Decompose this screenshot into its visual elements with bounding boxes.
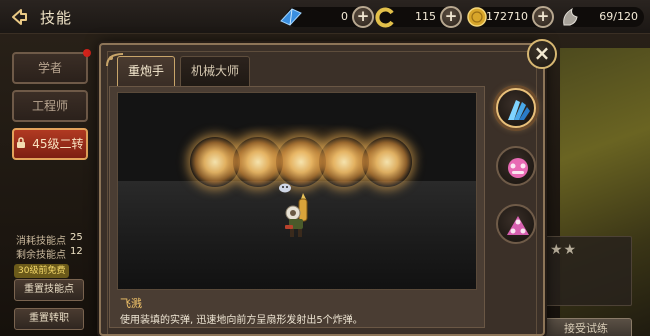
reset-skill-points-button[interactable]: 重置技能点 — [14, 279, 84, 301]
sidebar-item-engineer[interactable]: 工程师 — [12, 90, 88, 122]
stat-value: 25 — [70, 232, 83, 243]
sidebar-item-label: 45级二转 — [32, 137, 84, 151]
back-arrow-icon[interactable] — [9, 7, 29, 27]
top-bar: 技能 0 + 115 + 172710 + 69/120 — [0, 0, 650, 34]
resource-swirl: 115 + — [375, 6, 462, 28]
stamina-icon — [558, 5, 584, 29]
stat-value: 12 — [70, 246, 83, 257]
blue-crystal-icon — [278, 5, 304, 29]
resource-gold: 172710 + — [467, 6, 554, 28]
skill-cannon-icon[interactable] — [496, 146, 536, 186]
accept-trial-button[interactable]: 接受试练 — [540, 318, 632, 336]
gold-swirl-icon — [372, 5, 398, 29]
character-sprite — [281, 191, 317, 243]
skill-description: 使用装填的实弹, 迅速地向前方呈扇形发射出5个炸弹。 — [120, 315, 363, 326]
close-button[interactable]: × — [527, 39, 557, 69]
remaining-skill-points: 剩余技能点 12 — [16, 246, 83, 261]
stamina-value: 69/120 — [599, 10, 638, 23]
free-badge: 30级前免费 — [14, 264, 70, 278]
resource-crystal: 0 + — [280, 6, 374, 28]
sidebar-item-scholar[interactable]: 学者 — [12, 52, 88, 84]
skill-triangle-icon[interactable] — [496, 204, 536, 244]
explosion-effect — [362, 137, 412, 187]
add-crystal-button[interactable]: + — [352, 6, 374, 28]
swirl-value: 115 — [415, 10, 436, 23]
gold-value: 172710 — [486, 10, 528, 23]
skill-preview-video — [117, 92, 477, 290]
skill-splash-icon[interactable] — [496, 88, 536, 128]
tab-mechanic-master[interactable]: 机械大师 — [180, 56, 251, 86]
sidebar-item-label: 工程师 — [31, 99, 68, 113]
add-gold-button[interactable]: + — [532, 6, 554, 28]
skill-name: 飞溅 — [120, 297, 142, 310]
add-swirl-button[interactable]: + — [440, 6, 462, 28]
crystal-value: 0 — [341, 10, 348, 23]
spent-skill-points: 消耗技能点 25 — [16, 232, 83, 247]
lock-icon — [16, 131, 26, 159]
reset-job-change-button[interactable]: 重置转职 — [14, 308, 84, 330]
sidebar-item-second-job[interactable]: 45级二转 — [12, 128, 88, 160]
tab-heavy-gunner[interactable]: 重炮手 — [117, 56, 176, 86]
stat-label: 剩余技能点 — [16, 250, 66, 261]
notification-dot — [83, 49, 91, 57]
sidebar-item-label: 学者 — [37, 61, 62, 75]
star-rating: ★★ — [550, 242, 578, 258]
page-title: 技能 — [40, 9, 73, 27]
resource-stamina: 69/120 — [563, 7, 644, 27]
